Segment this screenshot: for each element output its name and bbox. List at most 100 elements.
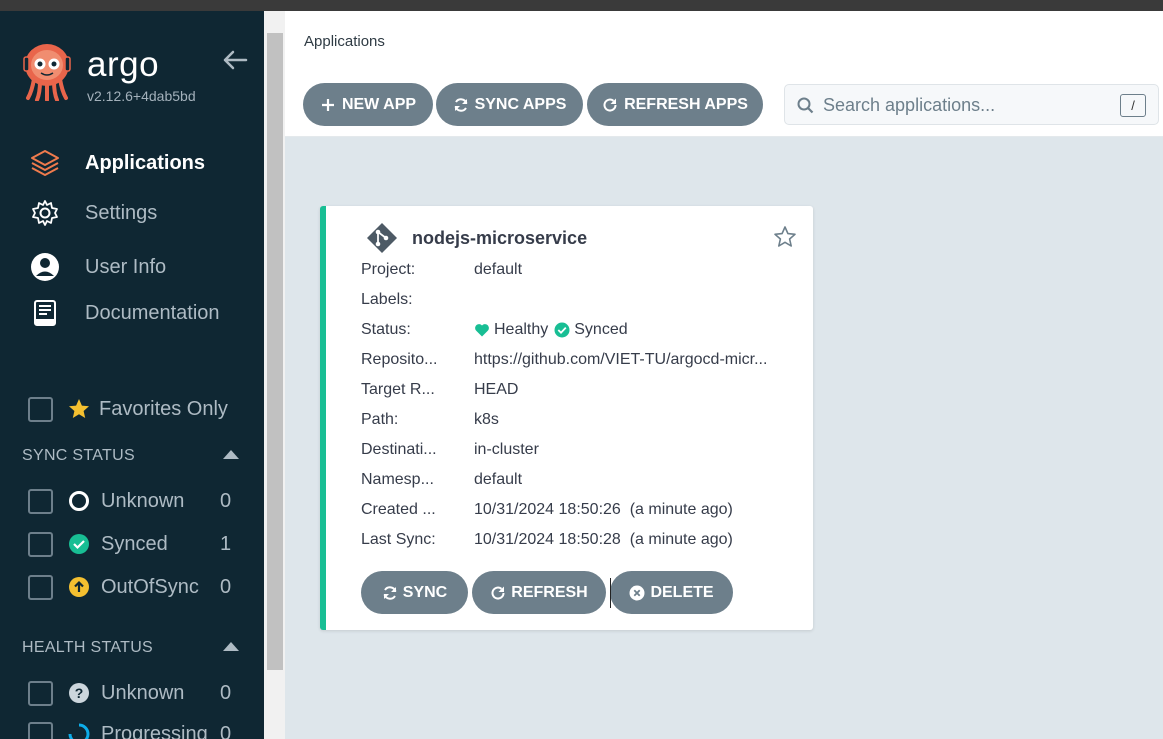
user-circle-icon: [29, 251, 61, 283]
heart-icon: [475, 324, 489, 337]
git-icon: [367, 223, 397, 253]
refresh-icon: [491, 586, 505, 600]
filter-label: Unknown: [101, 681, 185, 704]
created-at-label: Created ...: [361, 501, 436, 518]
filter-count: 0: [220, 575, 232, 598]
sidebar-item-documentation[interactable]: Documentation: [0, 293, 264, 333]
caret-up-icon[interactable]: [222, 641, 240, 651]
sync-icon: [383, 585, 397, 600]
filter-sync-outofsync[interactable]: OutOfSync 0: [28, 574, 238, 600]
window-top-strip: [0, 0, 1163, 11]
filter-checkbox[interactable]: [28, 574, 53, 600]
plus-icon: [321, 98, 334, 111]
application-card[interactable]: nodejs-microservice Project: default Lab…: [320, 206, 813, 630]
filter-checkbox[interactable]: [28, 531, 53, 557]
sync-button[interactable]: SYNC: [361, 571, 468, 614]
search-icon: [797, 97, 814, 114]
sync-icon: [454, 97, 468, 112]
refresh-apps-button[interactable]: REFRESH APPS: [587, 83, 763, 126]
status-value: Healthy Synced: [474, 321, 628, 339]
app-name[interactable]: nodejs-microservice: [412, 228, 587, 249]
target-revision-label: Target R...: [361, 381, 435, 398]
favorites-only-filter[interactable]: Favorites Only: [28, 396, 228, 422]
sidebar-item-applications[interactable]: Applications: [0, 143, 264, 183]
sidebar-item-label: Applications: [85, 151, 206, 174]
filter-count: 0: [220, 681, 232, 704]
favorites-label: Favorites Only: [99, 397, 228, 420]
sidebar-item-user-info[interactable]: User Info: [0, 247, 264, 287]
spinner-icon: [68, 723, 90, 739]
delete-button[interactable]: DELETE: [610, 571, 733, 614]
page-title: Applications: [304, 33, 385, 50]
new-app-button[interactable]: NEW APP: [303, 83, 433, 126]
sidebar: argo v2.12.6+4dab5bd Applications Settin…: [0, 11, 264, 739]
project-label: Project:: [361, 261, 416, 278]
filter-label: OutOfSync: [101, 575, 199, 598]
refresh-apps-label: REFRESH APPS: [624, 95, 748, 113]
labels-label: Labels:: [361, 291, 413, 308]
question-circle-icon: ?: [69, 683, 89, 703]
layers-icon: [29, 147, 61, 179]
filter-label: Progressing: [101, 722, 208, 739]
favorite-star-icon[interactable]: [773, 225, 797, 249]
last-sync-label: Last Sync:: [361, 531, 436, 548]
last-sync-value: 10/31/2024 18:50:28 (a minute ago): [474, 531, 733, 548]
destination-label: Destinati...: [361, 441, 437, 458]
sidebar-scrollbar-thumb[interactable]: [267, 33, 283, 670]
filter-sync-unknown[interactable]: Unknown 0: [28, 488, 238, 514]
project-value: default: [474, 261, 523, 278]
delete-label: DELETE: [650, 583, 714, 601]
target-revision-value: HEAD: [474, 381, 519, 398]
sidebar-item-label: Settings: [85, 201, 158, 224]
sync-apps-label: SYNC APPS: [474, 95, 567, 113]
sync-apps-button[interactable]: SYNC APPS: [436, 83, 583, 126]
status-label: Status:: [361, 321, 411, 338]
refresh-icon: [603, 98, 617, 112]
health-status-text: Healthy: [494, 321, 549, 338]
search-input[interactable]: [823, 91, 1113, 119]
arrow-up-circle-icon: [69, 577, 89, 597]
repository-label: Reposito...: [361, 351, 438, 368]
sidebar-item-label: User Info: [85, 255, 167, 278]
check-circle-icon: [69, 534, 89, 554]
svg-text:?: ?: [75, 685, 84, 701]
close-circle-icon: [629, 585, 645, 600]
created-at-value: 10/31/2024 18:50:26 (a minute ago): [474, 501, 733, 518]
check-circle-icon: [554, 322, 570, 338]
favorites-checkbox[interactable]: [28, 396, 53, 422]
sync-label: SYNC: [402, 583, 448, 601]
filter-count: 0: [220, 489, 232, 512]
filter-count: 1: [220, 532, 232, 555]
filter-label: Synced: [101, 532, 168, 555]
filter-checkbox[interactable]: [28, 721, 53, 739]
filter-health-progressing[interactable]: Progressing 0: [28, 721, 238, 739]
top-bar: [285, 11, 1163, 75]
search-box: /: [784, 84, 1159, 125]
brand-name: argo: [87, 45, 160, 84]
refresh-label: REFRESH: [511, 583, 588, 601]
brand-version: v2.12.6+4dab5bd: [87, 88, 196, 104]
sync-status-header: SYNC STATUS: [22, 447, 135, 464]
text-cursor: [610, 578, 611, 608]
namespace-value: default: [474, 471, 523, 488]
star-icon: [69, 399, 89, 418]
destination-value: in-cluster: [474, 441, 539, 458]
repository-value: https://github.com/VIET-TU/argocd-micr..…: [474, 351, 768, 368]
path-label: Path:: [361, 411, 399, 428]
caret-up-icon[interactable]: [222, 449, 240, 459]
search-shortcut-key: /: [1120, 94, 1146, 117]
argo-logo-icon: [23, 44, 71, 101]
sidebar-item-settings[interactable]: Settings: [0, 193, 264, 233]
filter-checkbox[interactable]: [28, 488, 53, 514]
sync-status-text: Synced: [574, 321, 628, 338]
unknown-ring-icon: [69, 491, 89, 511]
filter-sync-synced[interactable]: Synced 1: [28, 531, 238, 557]
filter-health-unknown[interactable]: ? Unknown 0: [28, 680, 238, 706]
refresh-button[interactable]: REFRESH: [472, 571, 606, 614]
health-status-header: HEALTH STATUS: [22, 639, 154, 656]
sidebar-item-label: Documentation: [85, 301, 220, 324]
collapse-sidebar-arrow-icon[interactable]: [221, 49, 249, 71]
new-app-label: NEW APP: [341, 95, 417, 113]
filter-checkbox[interactable]: [28, 680, 53, 706]
filter-count: 0: [220, 722, 232, 739]
